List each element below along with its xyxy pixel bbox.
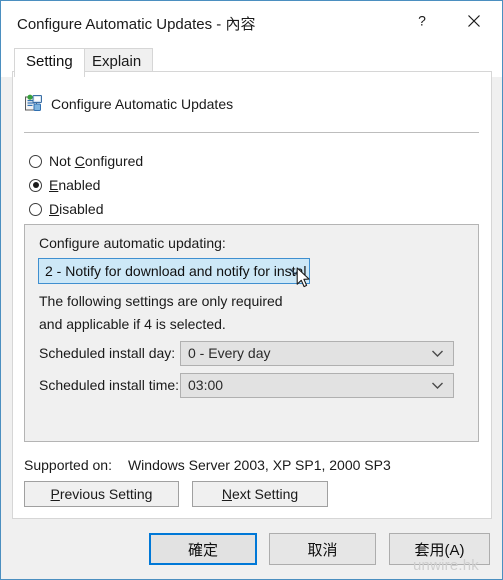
scheduled-install-day-value: 0 - Every day [188, 345, 271, 361]
automatic-updating-group: Configure automatic updating: 2 - Notify… [24, 224, 479, 442]
group-policy-setting-icon [25, 94, 42, 111]
chevron-down-icon[interactable] [427, 374, 447, 397]
policy-title: Configure Automatic Updates [51, 95, 234, 112]
group-caption: Configure automatic updating: [39, 235, 226, 251]
next-setting-button[interactable]: Next Setting [192, 481, 328, 507]
ok-button[interactable]: 確定 [149, 533, 257, 565]
cancel-button[interactable]: 取消 [269, 533, 376, 565]
supported-on-value: Windows Server 2003, XP SP1, 2000 SP3 [127, 457, 391, 473]
radio-enabled[interactable]: Enabled [29, 177, 100, 193]
requirement-note-line-1: The following settings are only required [39, 293, 283, 309]
tab-setting[interactable]: Setting [14, 48, 85, 77]
setting-tab-page: Configure Automatic Updates Not Configur… [12, 71, 492, 519]
window-title: Configure Automatic Updates - 內容 [17, 16, 256, 33]
configure-automatic-updating-value: 2 - Notify for download and notify for i… [45, 263, 307, 279]
close-icon [468, 15, 480, 27]
supported-on: Supported on: Windows Server 2003, XP SP1… [24, 457, 391, 473]
configure-automatic-updates-dialog: Configure Automatic Updates - 內容 ? Setti… [0, 0, 503, 580]
scheduled-install-day-combo[interactable]: 0 - Every day [180, 341, 454, 366]
dialog-footer: 確定 取消 套用(A) [1, 519, 502, 579]
question-mark-icon: ? [418, 13, 426, 29]
radio-enabled-label: Enabled [49, 177, 101, 193]
help-button[interactable]: ? [400, 1, 444, 41]
radio-circle-selected-icon [29, 178, 42, 192]
title-bar: Configure Automatic Updates - 內容 ? [1, 1, 502, 42]
radio-disabled-label: Disabled [49, 201, 104, 217]
radio-circle-icon [29, 202, 42, 216]
scheduled-install-time-value: 03:00 [188, 377, 224, 393]
supported-on-label: Supported on: [24, 457, 112, 473]
requirement-note-line-2: and applicable if 4 is selected. [39, 316, 226, 332]
close-button[interactable] [452, 1, 496, 41]
radio-not-configured-label: Not Configured [49, 153, 144, 169]
chevron-down-icon[interactable] [427, 342, 447, 365]
radio-circle-icon [29, 154, 42, 168]
radio-disabled[interactable]: Disabled [29, 201, 104, 217]
svg-text:?: ? [418, 13, 426, 29]
scheduled-install-time-label: Scheduled install time: [39, 377, 180, 393]
header-divider [24, 132, 479, 133]
policy-header: Configure Automatic Updates [24, 94, 233, 113]
chevron-down-icon[interactable] [284, 259, 306, 283]
radio-not-configured[interactable]: Not Configured [29, 153, 143, 169]
configure-automatic-updating-combo[interactable]: 2 - Notify for download and notify for i… [38, 258, 310, 284]
apply-button[interactable]: 套用(A) [389, 533, 490, 565]
previous-setting-button[interactable]: Previous Setting [24, 481, 179, 507]
scheduled-install-time-combo[interactable]: 03:00 [180, 373, 454, 398]
scheduled-install-day-label: Scheduled install day: [39, 345, 176, 361]
